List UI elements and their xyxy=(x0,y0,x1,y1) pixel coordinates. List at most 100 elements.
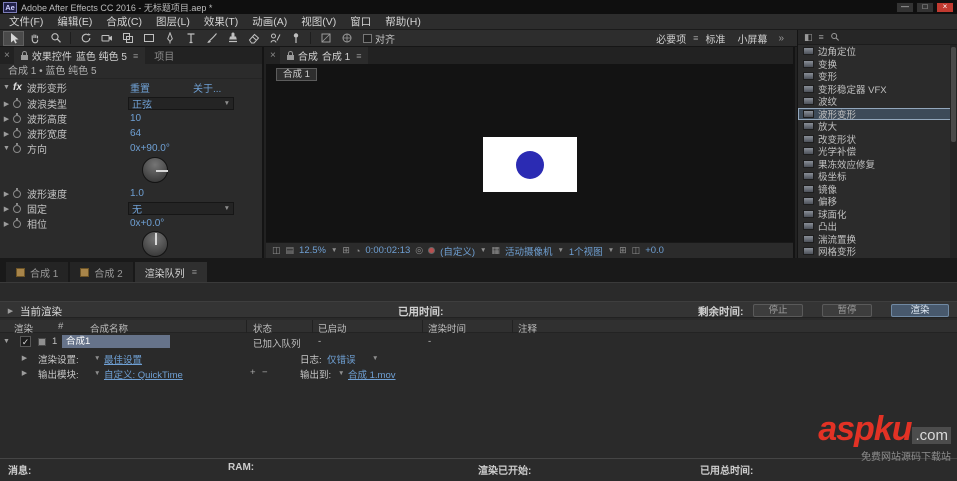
dropdown-arrow-icon[interactable]: ▼ xyxy=(94,370,100,377)
twirl-closed-icon[interactable]: ▶ xyxy=(0,115,13,123)
list-item[interactable]: 波纹 xyxy=(798,95,957,108)
fast-preview-icon[interactable]: ◫ xyxy=(632,245,641,256)
render-queue-row[interactable]: ▼ ✓ 1 合成1 已加入队列 - - xyxy=(0,335,957,350)
puppet-pin-tool[interactable] xyxy=(285,31,306,46)
tab-render-queue[interactable]: 渲染队列 ≡ xyxy=(134,262,207,282)
panel-menu-icon[interactable]: ≡ xyxy=(356,51,361,61)
list-item[interactable]: 果冻效应修复 xyxy=(798,158,957,171)
scrollbar-thumb[interactable] xyxy=(951,47,956,142)
panel-close-icon[interactable]: × xyxy=(0,50,14,61)
panel-close-icon[interactable]: × xyxy=(266,50,280,61)
viewer-comp-tab[interactable]: 合成 1 xyxy=(276,68,317,81)
label-color-chip[interactable] xyxy=(38,338,46,346)
rotation-tool[interactable] xyxy=(75,31,96,46)
maximize-button[interactable]: □ xyxy=(916,1,934,13)
workspace-menu-icon[interactable]: ≡ xyxy=(693,33,698,43)
close-button[interactable]: × xyxy=(936,1,954,13)
grid-guides-icon[interactable]: ⊞ xyxy=(342,245,350,256)
stopwatch-icon[interactable] xyxy=(13,202,21,213)
pen-tool[interactable] xyxy=(159,31,180,46)
lock-icon[interactable] xyxy=(20,51,28,60)
menu-animation[interactable]: 动画(A) xyxy=(245,14,294,29)
remove-output-module-button[interactable]: − xyxy=(262,367,268,378)
scrollbar[interactable] xyxy=(950,45,957,258)
list-item[interactable]: 凸出 xyxy=(798,220,957,233)
panel-menu-icon[interactable]: ≡ xyxy=(192,267,197,277)
brush-tool[interactable] xyxy=(201,31,222,46)
wave-type-dropdown[interactable]: 正弦 ▼ xyxy=(128,97,234,111)
phase-value[interactable]: 0x+0.0° xyxy=(130,218,164,229)
stopwatch-icon[interactable] xyxy=(13,127,21,138)
channel-icon[interactable] xyxy=(428,247,436,254)
tab-project[interactable]: 项目 xyxy=(145,48,183,63)
twirl-closed-icon[interactable]: ▶ xyxy=(4,307,17,315)
type-tool[interactable] xyxy=(180,31,201,46)
column-divider[interactable] xyxy=(246,320,247,333)
pause-button[interactable]: 暂停 xyxy=(822,304,872,317)
current-time-display[interactable]: 0:00:02:13 xyxy=(365,245,410,256)
menu-view[interactable]: 视图(V) xyxy=(294,14,343,29)
twirl-closed-icon[interactable]: ▶ xyxy=(0,190,13,198)
menu-effect[interactable]: 效果(T) xyxy=(197,14,245,29)
list-item[interactable]: 变形 xyxy=(798,70,957,83)
composition-viewport[interactable]: 合成 1 xyxy=(266,64,793,242)
resolution-icon[interactable]: ▦ xyxy=(491,245,500,256)
tab-effect-controls[interactable]: 效果控件 蓝色 纯色 5 ≡ xyxy=(13,47,146,64)
blue-circle-layer[interactable] xyxy=(516,150,544,179)
snapshot-icon[interactable]: ◫ xyxy=(272,245,281,256)
active-camera-select[interactable]: 活动摄像机 xyxy=(505,244,553,258)
axis-mode-local-icon[interactable] xyxy=(315,31,336,46)
rectangle-tool[interactable] xyxy=(138,31,159,46)
pinning-dropdown[interactable]: 无 ▼ xyxy=(128,202,234,216)
column-divider[interactable] xyxy=(512,320,513,333)
dropdown-arrow-icon[interactable]: ▼ xyxy=(94,355,100,362)
list-item[interactable]: 偏移 xyxy=(798,195,957,208)
twirl-closed-icon[interactable]: ▶ xyxy=(0,100,13,108)
fx-visibility-icon[interactable]: fx xyxy=(13,82,22,93)
column-comp-name[interactable]: 合成名称 xyxy=(90,321,128,335)
add-output-module-button[interactable]: + xyxy=(250,367,256,378)
zoom-tool[interactable] xyxy=(45,31,66,46)
list-item[interactable]: 变换 xyxy=(798,58,957,71)
stopwatch-icon[interactable] xyxy=(13,217,21,228)
workspace-essentials[interactable]: 必要项 xyxy=(651,30,691,47)
list-item[interactable]: 湍流置换 xyxy=(798,233,957,246)
hand-tool[interactable] xyxy=(24,31,45,46)
menu-help[interactable]: 帮助(H) xyxy=(378,14,428,29)
panel-menu-icon[interactable]: ≡ xyxy=(819,32,824,42)
list-item-selected[interactable]: 波形变形 xyxy=(798,107,957,121)
log-dropdown[interactable]: 仅错误 xyxy=(327,352,356,366)
menu-layer[interactable]: 图层(L) xyxy=(149,14,197,29)
camera-tool[interactable] xyxy=(96,31,117,46)
column-number[interactable]: # xyxy=(58,321,63,332)
dropdown-arrow-icon[interactable]: ▼ xyxy=(372,355,378,362)
list-item[interactable]: 网格变形 xyxy=(798,245,957,258)
wave-speed-value[interactable]: 1.0 xyxy=(130,188,144,199)
twirl-closed-icon[interactable]: ▶ xyxy=(0,220,13,228)
search-icon[interactable] xyxy=(830,32,840,42)
output-filename-link[interactable]: 合成 1.mov xyxy=(348,367,396,381)
selection-tool[interactable] xyxy=(3,30,24,46)
color-management-select[interactable]: (自定义) xyxy=(440,244,475,258)
twirl-open-icon[interactable]: ▼ xyxy=(0,145,13,152)
snapping-checkbox[interactable] xyxy=(363,33,372,43)
exposure-value[interactable]: +0.0 xyxy=(645,245,664,256)
menu-edit[interactable]: 编辑(E) xyxy=(50,14,99,29)
axis-mode-world-icon[interactable] xyxy=(336,31,357,46)
stopwatch-icon[interactable] xyxy=(13,112,21,123)
render-checkbox[interactable]: ✓ xyxy=(20,336,31,347)
show-snapshot-icon[interactable]: ▤ xyxy=(286,245,295,256)
pan-behind-tool[interactable] xyxy=(117,31,138,46)
output-module-template-link[interactable]: 自定义: QuickTime xyxy=(104,367,183,381)
direction-value[interactable]: 0x+90.0° xyxy=(130,143,170,154)
column-status[interactable]: 状态 xyxy=(253,321,272,335)
column-comment[interactable]: 注释 xyxy=(518,321,537,335)
panel-box-icon[interactable]: ◧ xyxy=(804,32,813,43)
pixel-aspect-icon[interactable]: ⊞ xyxy=(619,245,627,256)
list-item[interactable]: 变形稳定器 VFX xyxy=(798,83,957,96)
clone-stamp-tool[interactable] xyxy=(222,31,243,46)
tab-comp-2[interactable]: 合成 2 xyxy=(70,262,133,282)
column-divider[interactable] xyxy=(312,320,313,333)
eraser-tool[interactable] xyxy=(243,31,264,46)
reset-link[interactable]: 重置 xyxy=(130,80,150,95)
